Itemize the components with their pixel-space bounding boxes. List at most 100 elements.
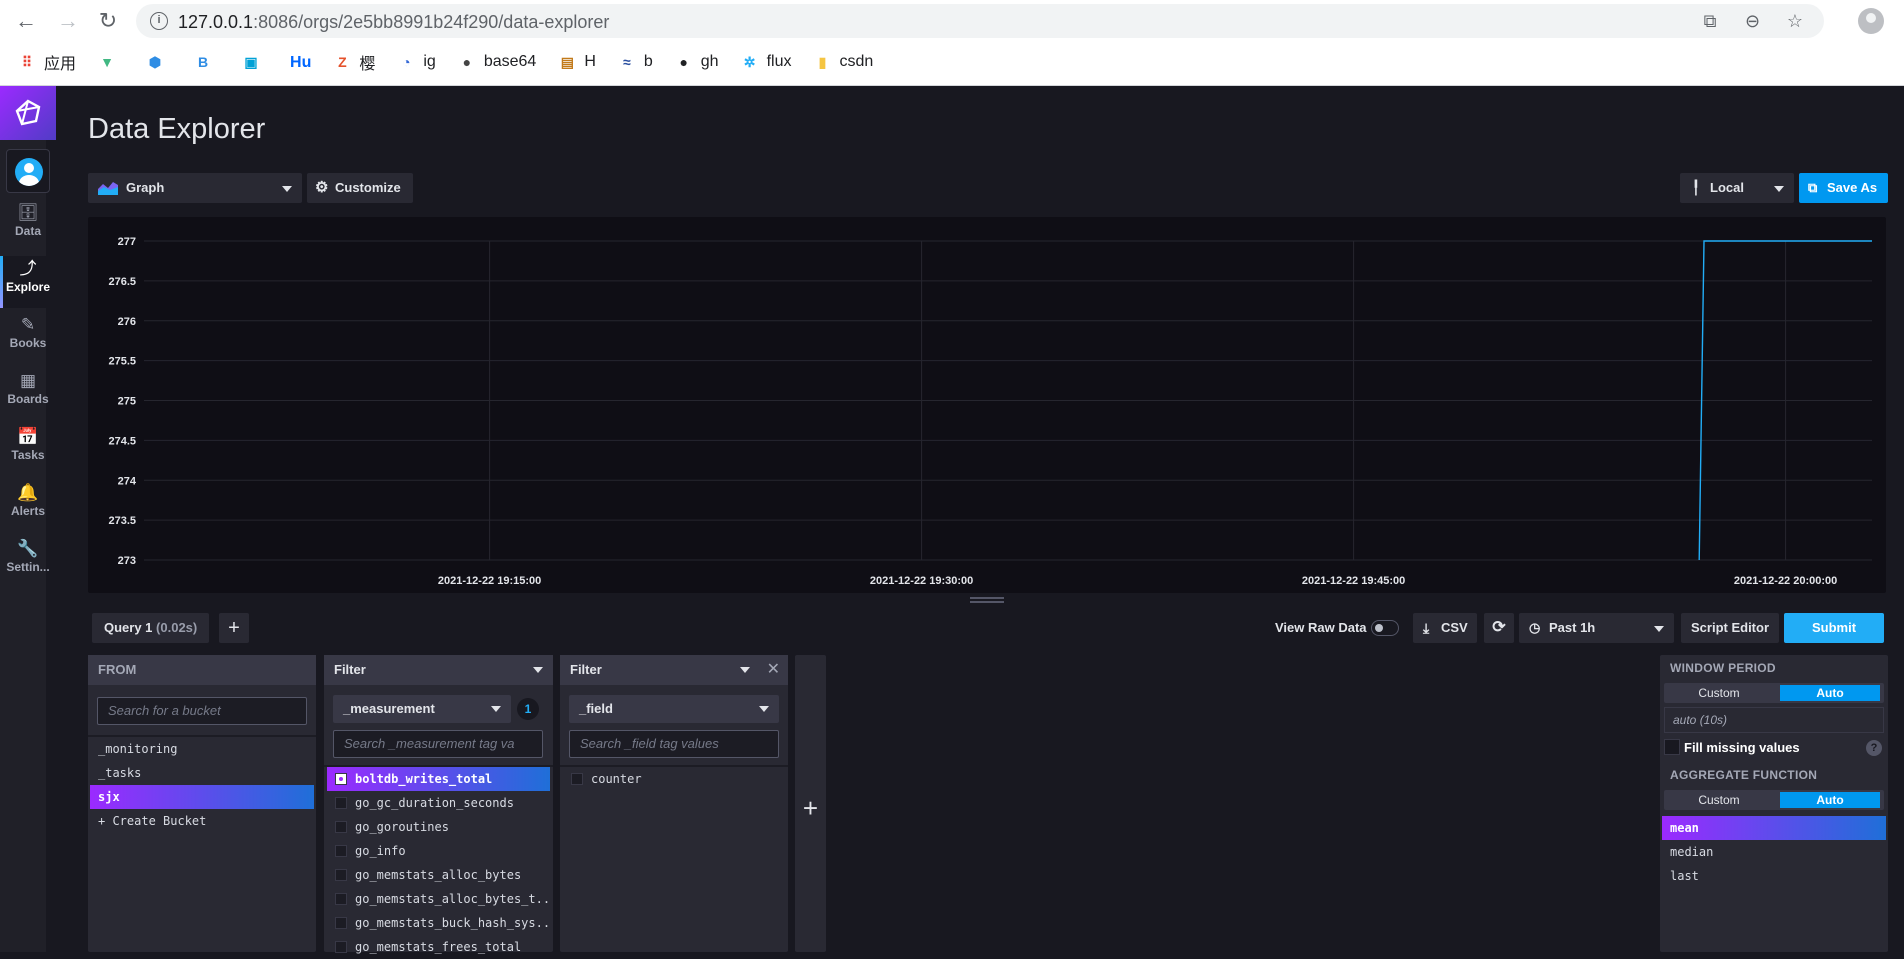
user-avatar[interactable] [6,149,50,193]
bookmark-item[interactable]: ▤H [558,48,596,76]
aggregate-auto-option[interactable]: Auto [1780,792,1880,808]
influx-logo-icon[interactable] [0,86,56,140]
script-editor-button[interactable]: Script Editor [1681,613,1779,643]
checkbox[interactable] [335,917,347,929]
field-search-input[interactable]: Search _field tag values [569,730,779,758]
measurement-item[interactable]: boltdb_writes_total [327,767,550,791]
measurement-item[interactable]: go_memstats_frees_total [327,935,550,959]
window-period-input[interactable]: auto (10s) [1664,707,1884,733]
measurement-item[interactable]: go_goroutines [327,815,550,839]
translate-icon[interactable]: ⧉ [1699,11,1721,32]
close-icon[interactable]: ✕ [767,655,780,685]
nav-item-data[interactable]: 🗄Data [0,200,56,252]
nav-item-books[interactable]: ✎Books [0,312,56,364]
star-icon[interactable]: ☆ [1784,11,1806,32]
nav-item-tasks[interactable]: 📅Tasks [0,424,56,476]
measurement-search-input[interactable]: Search _measurement tag va [333,730,543,758]
site-info-icon[interactable]: i [150,12,168,30]
bookmark-item[interactable]: ⠿应用 [18,48,76,76]
field-key-dropdown[interactable]: _field [569,695,779,723]
bookmark-item[interactable]: B [194,48,220,76]
nav-item-alerts[interactable]: 🔔Alerts [0,480,56,532]
time-range-dropdown[interactable]: ◷ Past 1h [1519,613,1674,643]
customize-button[interactable]: ⚙ Customize [307,173,413,203]
bucket-item[interactable]: _tasks [90,761,314,785]
submit-button[interactable]: Submit [1784,613,1884,643]
back-icon[interactable]: ← [12,8,40,36]
fill-missing-checkbox[interactable] [1664,739,1680,755]
vue-icon: ▼ [98,53,116,71]
aggregate-function-item[interactable]: mean [1662,816,1886,840]
bookmark-item[interactable]: ▮csdn [813,48,873,76]
bucket-search-input[interactable]: Search for a bucket [97,697,307,725]
checkbox[interactable] [335,773,347,785]
query-tab-label: Query 1 [104,620,152,635]
window-period-toggle[interactable]: Custom Auto [1664,683,1884,703]
field-item[interactable]: counter [563,767,785,791]
measurement-item[interactable]: go_memstats_alloc_bytes [327,863,550,887]
checkbox[interactable] [335,821,347,833]
checkbox[interactable] [335,797,347,809]
help-icon[interactable]: ? [1866,740,1882,756]
view-raw-label: View Raw Data [1275,620,1367,635]
bookmark-item[interactable]: ●gh [675,48,719,76]
graph-type-dropdown[interactable]: Graph [88,173,302,203]
bookmark-item[interactable]: ▼ [98,48,124,76]
profile-avatar-icon[interactable] [1858,8,1884,34]
url-bar[interactable]: i 127.0.0.1:8086/orgs/2e5bb8991b24f290/d… [136,4,1824,38]
bucket-item[interactable]: _monitoring [90,737,314,761]
aggregate-function-item[interactable]: last [1662,864,1886,888]
measurement-item[interactable]: go_gc_duration_seconds [327,791,550,815]
measurement-item[interactable]: go_memstats_alloc_bytes_t... [327,887,550,911]
bookmark-item[interactable]: ◔ig [397,48,435,76]
checkbox[interactable] [335,941,347,953]
nav-item-settings[interactable]: 🔧Settin... [0,536,56,588]
checkbox[interactable] [335,845,347,857]
nav-item-boards[interactable]: ▦Boards [0,368,56,420]
folder-icon: ▮ [813,53,831,71]
add-filter-button[interactable]: + [795,655,826,952]
checkbox[interactable] [335,893,347,905]
bookmark-item[interactable]: Z樱 [333,48,375,76]
line-chart[interactable]: 277276.5276275.5275274.5274273.52732021-… [88,217,1886,593]
query-tab[interactable]: Query 1 (0.02s) [92,613,209,643]
aggregate-function-item[interactable]: median [1662,840,1886,864]
view-raw-toggle[interactable] [1371,620,1399,636]
chevron-down-icon[interactable] [740,667,750,673]
aggregate-toggle[interactable]: Custom Auto [1664,790,1884,810]
measurement-item[interactable]: go_info [327,839,550,863]
reload-icon[interactable]: ↻ [94,8,122,36]
nav-label: Alerts [0,504,56,518]
measurement-item-label: go_memstats_alloc_bytes [355,868,521,882]
checkbox[interactable] [571,773,583,785]
url-text[interactable]: 127.0.0.1:8086/orgs/2e5bb8991b24f290/dat… [178,12,609,33]
bookmark-item[interactable]: ✲flux [741,48,792,76]
bookmark-label: 樱 [359,50,375,74]
window-custom-option[interactable]: Custom [1664,683,1774,703]
refresh-button[interactable]: ⟳ [1484,613,1514,643]
chevron-down-icon[interactable] [533,667,543,673]
nav-item-explore[interactable]: ⤴Explore [0,256,56,308]
bookmark-item[interactable]: ⬢ [146,48,172,76]
bucket-item[interactable]: sjx [90,785,314,809]
save-as-button[interactable]: ⧉ Save As [1799,173,1888,203]
from-card: FROM Search for a bucket _monitoring_tas… [88,655,316,952]
bucket-item[interactable]: + Create Bucket [90,809,314,833]
bilibili-icon: ▣ [242,53,260,71]
timezone-dropdown[interactable]: ╿ Local [1680,173,1794,203]
window-auto-option[interactable]: Auto [1780,685,1880,701]
bookmark-item[interactable]: ▣ [242,48,268,76]
aggregate-custom-option[interactable]: Custom [1664,790,1774,810]
bookmark-item[interactable]: ≈b [618,48,653,76]
zoom-icon[interactable]: ⊖ [1742,11,1764,32]
measurement-key-dropdown[interactable]: _measurement [333,695,511,723]
from-header: FROM [88,655,316,685]
measurement-item[interactable]: go_memstats_buck_hash_sys... [327,911,550,935]
forward-icon[interactable]: → [54,8,82,36]
add-query-button[interactable]: + [219,613,249,643]
bookmark-item[interactable]: ●base64 [458,48,537,76]
csv-button[interactable]: ⤓ CSV [1413,613,1477,643]
checkbox[interactable] [335,869,347,881]
panel-resize-handle[interactable] [970,597,1004,603]
bookmark-item[interactable]: Hu [290,49,311,77]
